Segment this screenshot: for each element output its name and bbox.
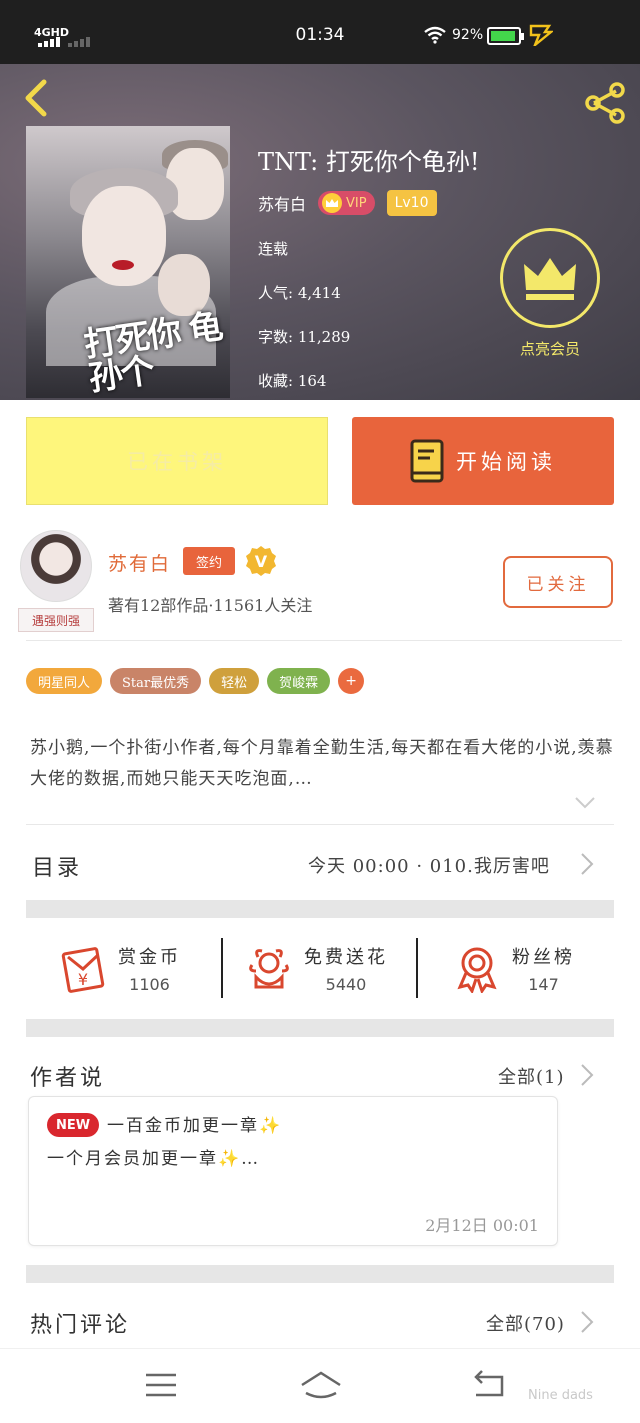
- svg-text:V: V: [255, 552, 268, 571]
- follow-button[interactable]: 已关注: [503, 556, 613, 608]
- reward-coins-label: 赏金币: [118, 946, 181, 968]
- medal-icon: [457, 947, 497, 993]
- section-separator: [26, 900, 614, 918]
- chevron-right-icon[interactable]: [580, 1063, 594, 1087]
- system-nav-bar: [0, 1348, 640, 1423]
- author-note-card[interactable]: NEW 一百金币加更一章✨ 一个月会员加更一章✨… 2月12日 00:01: [28, 1096, 558, 1246]
- divider: [26, 640, 622, 641]
- toc-title[interactable]: 目录: [32, 850, 82, 882]
- fan-ranking[interactable]: 粉丝榜 147: [452, 936, 575, 1000]
- author-line: 苏有白 VIP Lv10: [258, 190, 437, 216]
- author-name-link[interactable]: 苏有白: [108, 549, 171, 576]
- fan-ranking-label: 粉丝榜: [512, 946, 575, 968]
- tag[interactable]: 贺峻霖: [267, 668, 331, 694]
- tag[interactable]: Star最优秀: [110, 668, 202, 694]
- word-count: 字数: 11,289: [258, 328, 351, 346]
- svg-text:¥: ¥: [78, 970, 88, 989]
- divider: [221, 938, 223, 998]
- battery-icon: [487, 27, 524, 45]
- vip-badge: VIP: [318, 191, 375, 215]
- watermark: Nine dads: [528, 1388, 593, 1403]
- book-title: TNT: 打死你个龟孙!: [258, 148, 480, 176]
- author-works: 著有12部作品·11561人关注: [108, 596, 313, 615]
- share-icon[interactable]: [582, 82, 628, 124]
- reward-coins[interactable]: ¥ 赏金币 1106: [58, 936, 181, 1000]
- in-shelf-button[interactable]: 已在书架: [26, 417, 328, 505]
- crown-icon: [500, 228, 600, 328]
- back-icon[interactable]: [18, 78, 54, 118]
- divider: [26, 824, 614, 825]
- book-cover[interactable]: 打死你 龟孙个: [26, 126, 230, 398]
- battery-percent: 92%: [452, 27, 484, 43]
- start-reading-button[interactable]: 开始阅读: [352, 417, 614, 505]
- author-note-line: 一个月会员加更一章✨…: [47, 1149, 261, 1169]
- status-bar: 4GHD 01:34 92%: [0, 0, 640, 64]
- back-nav-icon[interactable]: [464, 1365, 514, 1405]
- vip-label: VIP: [346, 195, 367, 211]
- section-separator: [26, 1019, 614, 1037]
- hot-comments-title: 热门评论: [30, 1313, 131, 1338]
- divider: [416, 938, 418, 998]
- book-header: 打死你 龟孙个 TNT: 打死你个龟孙! 苏有白 VIP Lv10 连载 人气:…: [0, 64, 640, 400]
- avatar[interactable]: [20, 530, 92, 602]
- new-badge: NEW: [47, 1113, 99, 1137]
- avatar-tag: 遇强则强: [18, 608, 94, 632]
- more-tags-button[interactable]: +: [338, 668, 365, 694]
- serial-status: 连载: [258, 240, 289, 258]
- start-reading-label: 开始阅读: [456, 450, 556, 474]
- free-flowers[interactable]: 免费送花 5440: [244, 936, 388, 1000]
- fan-ranking-value: 147: [528, 974, 559, 994]
- menu-icon[interactable]: [136, 1365, 186, 1405]
- book-icon: [410, 439, 444, 483]
- member-label: 点亮会员: [519, 340, 580, 358]
- favorites-count: 收藏: 164: [258, 372, 327, 390]
- author-name[interactable]: 苏有白: [258, 191, 306, 215]
- reward-coins-value: 1106: [129, 974, 170, 994]
- toc-latest-chapter[interactable]: 今天 00:00 · 010.我厉害吧: [308, 852, 550, 878]
- chevron-right-icon[interactable]: [580, 852, 594, 876]
- verified-icon: V: [246, 546, 276, 576]
- tag-list: 明星同人 Star最优秀 轻松 贺峻霖 +: [26, 668, 365, 694]
- hot-comments-all-link[interactable]: 全部(70): [486, 1310, 565, 1336]
- popularity: 人气: 4,414: [258, 284, 341, 302]
- author-note-line: 一百金币加更一章✨: [107, 1116, 283, 1136]
- charging-icon: [529, 24, 553, 46]
- author-says-title: 作者说: [30, 1066, 106, 1091]
- chevron-right-icon[interactable]: [580, 1310, 594, 1334]
- signed-badge: 签约: [183, 547, 235, 575]
- synopsis[interactable]: 苏小鹅,一个扑街小作者,每个月靠着全勤生活,每天都在看大佬的小说,羡慕大佬的数据…: [30, 733, 614, 795]
- free-flowers-label: 免费送花: [304, 946, 388, 968]
- chevron-down-icon[interactable]: [574, 796, 596, 810]
- red-envelope-icon: ¥: [61, 947, 105, 993]
- wifi-icon: [424, 26, 446, 44]
- home-icon[interactable]: [296, 1365, 346, 1405]
- section-separator: [26, 1265, 614, 1283]
- level-badge: Lv10: [386, 190, 437, 216]
- crown-icon: [322, 193, 343, 213]
- flower-icon: [249, 949, 289, 989]
- free-flowers-value: 5440: [325, 974, 367, 994]
- tag[interactable]: 明星同人: [26, 668, 103, 694]
- member-button[interactable]: 点亮会员: [500, 228, 600, 368]
- tag[interactable]: 轻松: [209, 668, 260, 694]
- author-says-all-link[interactable]: 全部(1): [498, 1063, 565, 1089]
- author-note-date: 2月12日 00:01: [425, 1216, 539, 1235]
